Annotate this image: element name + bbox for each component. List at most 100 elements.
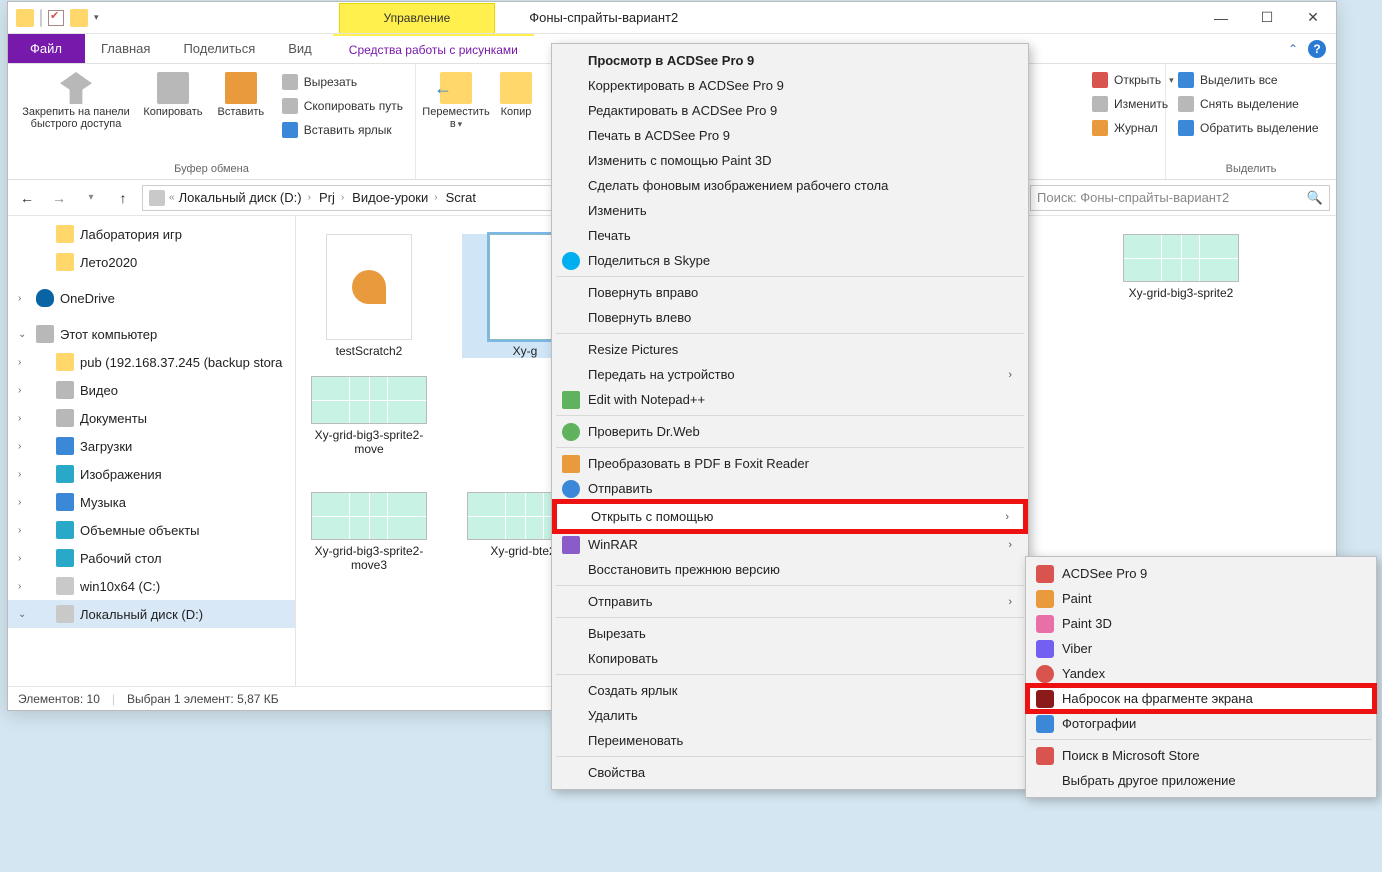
copy-to-button[interactable]: Копир [492, 68, 540, 118]
ctx-rotate-right[interactable]: Повернуть вправо [554, 280, 1026, 305]
tree-item-videos[interactable]: ›Видео [8, 376, 295, 404]
sub-viber[interactable]: Viber [1028, 636, 1374, 661]
nav-recent-button[interactable]: ▾ [78, 185, 104, 211]
file-item-sprite2[interactable]: Xy-grid-big3-sprite2 [1118, 234, 1244, 358]
ctx-view-acdsee[interactable]: Просмотр в ACDSee Pro 9 [554, 48, 1026, 73]
sub-photos[interactable]: Фотографии [1028, 711, 1374, 736]
qat-dropdown-icon[interactable]: ▾ [94, 12, 99, 23]
ctx-paint3d-edit[interactable]: Изменить с помощью Paint 3D [554, 148, 1026, 173]
ctx-wallpaper[interactable]: Сделать фоновым изображением рабочего ст… [554, 173, 1026, 198]
tree-item-summer[interactable]: Лето2020 [8, 248, 295, 276]
file-item-testscratch2[interactable]: testScratch2 [306, 234, 432, 358]
crumb-scratch[interactable]: Scrat [446, 190, 476, 205]
paste-button[interactable]: Вставить [208, 68, 274, 118]
pin-quickaccess-button[interactable]: Закрепить на панели быстрого доступа [14, 68, 138, 130]
tab-picture-tools[interactable]: Средства работы с рисунками [333, 34, 534, 63]
ctx-notepadpp[interactable]: Edit with Notepad++ [554, 387, 1026, 412]
chevron-right-icon[interactable]: › [18, 357, 21, 368]
copy-path-button[interactable]: Скопировать путь [276, 96, 409, 116]
chevron-right-icon[interactable]: › [18, 441, 21, 452]
tree-item-music[interactable]: ›Музыка [8, 488, 295, 516]
crumb-disk[interactable]: Локальный диск (D:)› [179, 190, 315, 205]
select-all-button[interactable]: Выделить все [1172, 70, 1325, 90]
cut-button[interactable]: Вырезать [276, 72, 409, 92]
chevron-right-icon[interactable]: › [430, 192, 441, 203]
sub-yandex[interactable]: Yandex [1028, 661, 1374, 686]
chevron-right-icon[interactable]: › [18, 385, 21, 396]
nav-forward-button[interactable]: → [46, 185, 72, 211]
chevron-down-icon[interactable]: ⌄ [18, 329, 26, 340]
sub-paint3d[interactable]: Paint 3D [1028, 611, 1374, 636]
chevron-right-icon[interactable]: › [18, 581, 21, 592]
chevron-right-icon[interactable]: › [18, 497, 21, 508]
sub-paint[interactable]: Paint [1028, 586, 1374, 611]
select-none-button[interactable]: Снять выделение [1172, 94, 1325, 114]
copy-button[interactable]: Копировать [140, 68, 206, 118]
nav-tree[interactable]: Лаборатория игр Лето2020 ›OneDrive ⌄Этот… [8, 216, 296, 686]
ctx-resize[interactable]: Resize Pictures [554, 337, 1026, 362]
ctx-skype[interactable]: Поделиться в Skype [554, 248, 1026, 273]
ctx-rotate-left[interactable]: Повернуть влево [554, 305, 1026, 330]
maximize-button[interactable]: ☐ [1244, 2, 1290, 34]
tree-item-3dobjects[interactable]: ›Объемные объекты [8, 516, 295, 544]
chevron-right-icon[interactable]: › [337, 192, 348, 203]
ctx-send2[interactable]: Отправить› [554, 589, 1026, 614]
ctx-edit[interactable]: Изменить [554, 198, 1026, 223]
qat-newfolder-icon[interactable] [70, 9, 88, 27]
close-button[interactable]: ✕ [1290, 2, 1336, 34]
ctx-edit-acdsee[interactable]: Редактировать в ACDSee Pro 9 [554, 98, 1026, 123]
sub-other-app[interactable]: Выбрать другое приложение [1028, 768, 1374, 793]
ctx-correct-acdsee[interactable]: Корректировать в ACDSee Pro 9 [554, 73, 1026, 98]
nav-back-button[interactable]: ← [14, 185, 40, 211]
tree-item-lab[interactable]: Лаборатория игр [8, 220, 295, 248]
minimize-button[interactable]: — [1198, 2, 1244, 34]
crumb-prj[interactable]: Prj› [319, 190, 348, 205]
chevron-right-icon[interactable]: › [18, 469, 21, 480]
chevron-right-icon[interactable]: › [18, 553, 21, 564]
tree-item-documents[interactable]: ›Документы [8, 404, 295, 432]
ctx-drweb[interactable]: Проверить Dr.Web [554, 419, 1026, 444]
chevron-right-icon[interactable]: › [304, 192, 315, 203]
tree-item-pub[interactable]: ›pub (192.168.37.245 (backup stora [8, 348, 295, 376]
chevron-right-icon[interactable]: › [18, 293, 21, 304]
help-icon[interactable]: ? [1308, 40, 1326, 58]
ctx-winrar[interactable]: WinRAR› [554, 532, 1026, 557]
search-input[interactable]: Поиск: Фоны-спрайты-вариант2 🔍 [1030, 185, 1330, 211]
ctx-rename[interactable]: Переименовать [554, 728, 1026, 753]
ctx-shortcut[interactable]: Создать ярлык [554, 678, 1026, 703]
chevron-right-icon[interactable]: › [18, 413, 21, 424]
ctx-cast[interactable]: Передать на устройство› [554, 362, 1026, 387]
tree-item-desktop[interactable]: ›Рабочий стол [8, 544, 295, 572]
tab-view[interactable]: Вид [272, 34, 329, 63]
ctx-copy[interactable]: Копировать [554, 646, 1026, 671]
sub-store[interactable]: Поиск в Microsoft Store [1028, 743, 1374, 768]
ribbon-collapse-icon[interactable]: ⌃ [1288, 42, 1298, 56]
tree-item-pictures[interactable]: ›Изображения [8, 460, 295, 488]
ctx-send1[interactable]: Отправить [554, 476, 1026, 501]
tree-item-thispc[interactable]: ⌄Этот компьютер [8, 320, 295, 348]
ctx-restore[interactable]: Восстановить прежнюю версию [554, 557, 1026, 582]
chevron-down-icon[interactable]: ⌄ [18, 609, 26, 620]
tree-item-downloads[interactable]: ›Загрузки [8, 432, 295, 460]
ctx-cut[interactable]: Вырезать [554, 621, 1026, 646]
ctx-delete[interactable]: Удалить [554, 703, 1026, 728]
sub-acdsee[interactable]: ACDSee Pro 9 [1028, 561, 1374, 586]
sub-snip-highlighted[interactable]: Набросок на фрагменте экрана [1028, 686, 1374, 711]
qat-properties-icon[interactable] [48, 10, 64, 26]
ctx-print-acdsee[interactable]: Печать в ACDSee Pro 9 [554, 123, 1026, 148]
tree-item-diskD[interactable]: ⌄Локальный диск (D:) [8, 600, 295, 628]
ctx-foxit[interactable]: Преобразовать в PDF в Foxit Reader [554, 451, 1026, 476]
invert-selection-button[interactable]: Обратить выделение [1172, 118, 1325, 138]
contextual-tab-manage[interactable]: Управление [339, 3, 496, 33]
tab-share[interactable]: Поделиться [167, 34, 272, 63]
tree-item-onedrive[interactable]: ›OneDrive [8, 284, 295, 312]
move-to-button[interactable]: ← Переместить в▾ [422, 68, 490, 130]
file-item-sprite2-move3[interactable]: Xy-grid-big3-sprite2-move3 [306, 492, 432, 572]
ctx-print[interactable]: Печать [554, 223, 1026, 248]
nav-up-button[interactable]: ↑ [110, 185, 136, 211]
chevron-right-icon[interactable]: › [18, 525, 21, 536]
tab-file[interactable]: Файл [8, 34, 85, 63]
ctx-open-with[interactable]: Открыть с помощью› [557, 504, 1023, 529]
crumb-video[interactable]: Видое-уроки› [352, 190, 441, 205]
file-item-sprite2-move[interactable]: Xy-grid-big3-sprite2-move [306, 376, 432, 456]
